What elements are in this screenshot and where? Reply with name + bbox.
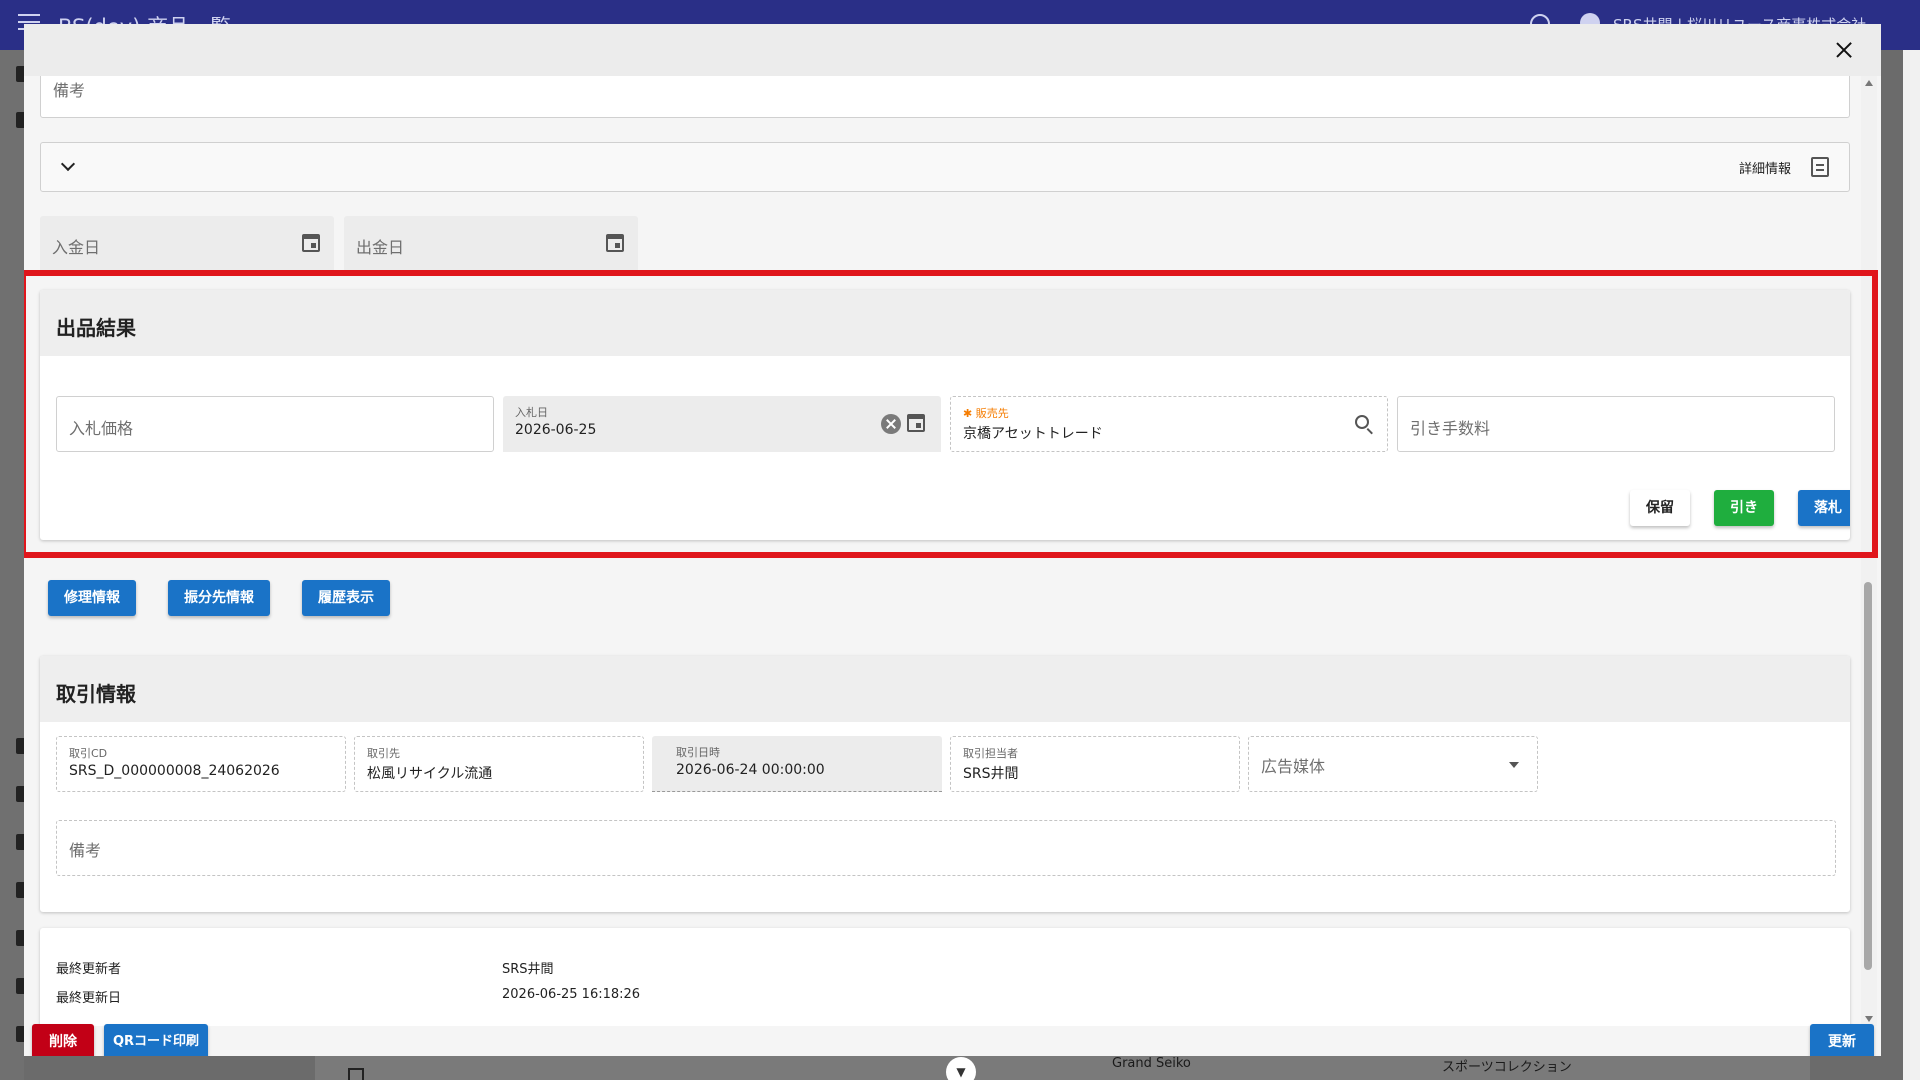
transaction-datetime-label: 取引日時 [676, 746, 720, 759]
row-checkbox[interactable] [348, 1068, 364, 1080]
page-scrollbar[interactable] [1903, 50, 1920, 1080]
update-button[interactable]: 更新 [1810, 1024, 1874, 1056]
withdrawal-fee-input[interactable]: 引き手数料 [1397, 396, 1835, 452]
bid-date-label: 入札日 [515, 406, 548, 419]
search-icon[interactable] [1355, 415, 1369, 429]
listing-result-title: 出品結果 [56, 316, 136, 340]
transaction-datetime-field: 取引日時 2026-06-24 00:00:00 [652, 736, 942, 792]
scrollbar-thumb[interactable] [1864, 582, 1872, 970]
calendar-icon[interactable] [907, 414, 925, 432]
buyer-label-text: 販売先 [975, 407, 1009, 420]
withdrawal-fee-placeholder: 引き手数料 [1410, 419, 1491, 438]
transaction-partner-field[interactable]: 取引先 松風リサイクル流通 [354, 736, 644, 792]
details-label: 詳細情報 [1739, 162, 1792, 177]
scroll-down-arrow-icon[interactable] [1865, 1016, 1873, 1022]
hold-button[interactable]: 保留 [1630, 490, 1690, 526]
transaction-cd-field[interactable]: 取引CD SRS_D_000000008_24062026 [56, 736, 346, 792]
scroll-up-arrow-icon[interactable] [1865, 80, 1873, 86]
scroll-down-icon[interactable]: ▼ [946, 1057, 976, 1080]
details-expander[interactable]: 詳細情報 [40, 142, 1850, 192]
last-update-card: 最終更新者 SRS井間 最終更新日 2026-06-25 16:18:26 [40, 928, 1850, 1026]
transaction-title: 取引情報 [56, 682, 136, 706]
clear-icon[interactable] [881, 414, 901, 434]
listing-result-header: 出品結果 [40, 290, 1850, 356]
dialog-scrollbar[interactable] [1861, 76, 1877, 1026]
buyer-value: 京橋アセットトレード [963, 426, 1103, 442]
transaction-cd-value: SRS_D_000000008_24062026 [69, 763, 280, 779]
transaction-staff-field[interactable]: 取引担当者 SRS井間 [950, 736, 1240, 792]
chevron-down-icon[interactable] [60, 156, 76, 172]
delete-button[interactable]: 削除 [32, 1024, 94, 1056]
withdrawal-date-placeholder: 出金日 [356, 238, 405, 257]
calendar-icon[interactable] [302, 234, 320, 252]
dialog-footer: 削除 QRコード印刷 更新 [24, 1024, 1881, 1056]
bid-price-placeholder: 入札価格 [69, 419, 134, 438]
last-update-date-value: 2026-06-25 16:18:26 [502, 987, 641, 1002]
transaction-cd-label: 取引CD [69, 747, 108, 760]
allocation-info-button[interactable]: 振分先情報 [168, 580, 270, 616]
transaction-remarks-placeholder: 備考 [69, 841, 102, 860]
calendar-icon[interactable] [606, 234, 624, 252]
dialog-content: 備考 詳細情報 入金日 出金日 出品結果 入札価格 入札日 2026-06-25… [24, 76, 1881, 1026]
dialog-titlebar [24, 24, 1881, 76]
transaction-datetime-value: 2026-06-24 00:00:00 [676, 762, 825, 778]
deposit-date-placeholder: 入金日 [52, 238, 101, 257]
required-mark: ✱ [963, 407, 973, 420]
ad-media-select[interactable]: 広告媒体 [1248, 736, 1538, 792]
sidebar [0, 50, 26, 1080]
history-button[interactable]: 履歴表示 [302, 580, 390, 616]
buyer-field[interactable]: ✱ 販売先 京橋アセットトレード [950, 396, 1388, 452]
close-icon[interactable] [1832, 38, 1856, 62]
transaction-staff-value: SRS井間 [963, 766, 1019, 782]
background-table [315, 1052, 1810, 1080]
repair-info-button[interactable]: 修理情報 [48, 580, 136, 616]
table-cell-brand: Grand Seiko [1112, 1056, 1191, 1071]
transaction-remarks-field[interactable]: 備考 [56, 820, 1836, 876]
award-button[interactable]: 落札 [1798, 490, 1850, 526]
bid-date-value: 2026-06-25 [515, 422, 597, 438]
deposit-date-field[interactable]: 入金日 [40, 216, 334, 272]
withdrawal-date-field[interactable]: 出金日 [344, 216, 638, 272]
bid-date-field[interactable]: 入札日 2026-06-25 [503, 396, 941, 452]
transaction-header: 取引情報 [40, 656, 1850, 722]
transaction-staff-label: 取引担当者 [963, 747, 1018, 760]
ad-media-placeholder: 広告媒体 [1261, 757, 1326, 776]
last-update-date-label: 最終更新日 [56, 991, 122, 1006]
top-remarks-field[interactable]: 備考 [40, 76, 1850, 118]
transaction-partner-label: 取引先 [367, 747, 400, 760]
product-detail-dialog: 備考 詳細情報 入金日 出金日 出品結果 入札価格 入札日 2026-06-25… [24, 24, 1881, 1056]
table-cell-collection: スポーツコレクション [1442, 1060, 1572, 1075]
dropdown-arrow-icon[interactable] [1509, 762, 1519, 768]
top-remarks-placeholder: 備考 [53, 81, 86, 100]
listing-result-card: 出品結果 入札価格 入札日 2026-06-25 ✱ 販売先 京橋アセットトレー… [40, 290, 1850, 540]
transaction-partner-value: 松風リサイクル流通 [367, 766, 493, 782]
withdraw-button[interactable]: 引き [1714, 490, 1774, 526]
transaction-card: 取引情報 取引CD SRS_D_000000008_24062026 取引先 松… [40, 656, 1850, 912]
qr-print-button[interactable]: QRコード印刷 [104, 1024, 208, 1056]
last-updater-value: SRS井間 [502, 962, 554, 977]
document-icon [1811, 157, 1829, 177]
bid-price-input[interactable]: 入札価格 [56, 396, 494, 452]
buyer-label: ✱ 販売先 [963, 405, 1009, 421]
last-updater-label: 最終更新者 [56, 962, 122, 977]
